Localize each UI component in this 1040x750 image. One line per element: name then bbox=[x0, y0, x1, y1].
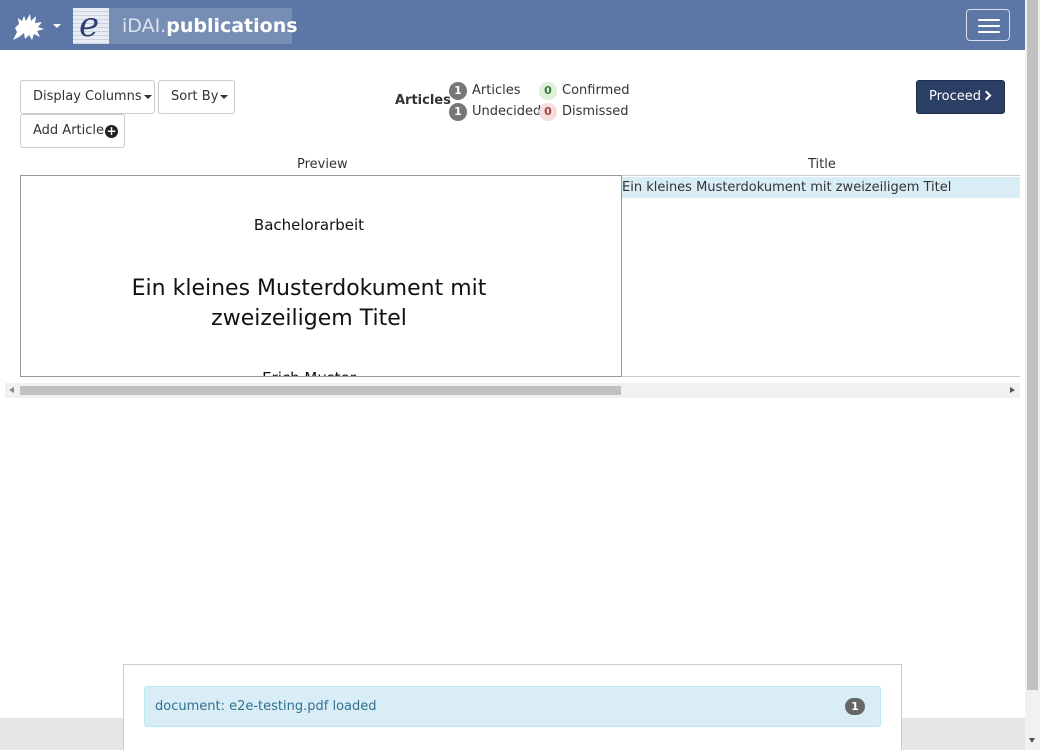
preview-title: Ein kleines Musterdokument mit zweizeili… bbox=[131, 276, 487, 331]
brand-home-link[interactable]: e iDAI.publications bbox=[73, 5, 298, 45]
proceed-button[interactable]: Proceed bbox=[916, 80, 1005, 114]
stat-articles: 1 Articles bbox=[449, 82, 520, 100]
message-panel: document: e2e-testing.pdf loaded 1 bbox=[123, 664, 902, 750]
stat-undecided: 1 Undecided bbox=[449, 103, 541, 121]
stat-confirmed: 0 Confirmed bbox=[539, 82, 630, 100]
count-badge: 1 bbox=[449, 103, 467, 121]
message-count-badge: 1 bbox=[845, 698, 865, 715]
title-column: Ein kleines Musterdokument mit zweizeili… bbox=[622, 175, 1020, 377]
vertical-scrollbar[interactable] bbox=[1025, 0, 1040, 750]
message-item[interactable]: document: e2e-testing.pdf loaded 1 bbox=[144, 686, 881, 727]
navbar: e iDAI.publications bbox=[0, 0, 1025, 50]
e-logo-icon: e bbox=[73, 5, 109, 45]
count-badge: 0 bbox=[539, 103, 557, 121]
hamburger-icon bbox=[978, 19, 1000, 21]
preview-author: Erich Muster bbox=[21, 369, 609, 376]
brand-title: iDAI.publications bbox=[122, 15, 298, 37]
scrollbar-thumb[interactable] bbox=[1027, 0, 1038, 690]
chevron-down-icon bbox=[220, 94, 229, 99]
scroll-left-icon[interactable] bbox=[9, 387, 14, 393]
brand-dropdown-caret-icon[interactable] bbox=[53, 24, 61, 28]
preview-thesis-type: Bachelorarbeit bbox=[253, 216, 365, 234]
scroll-right-icon[interactable] bbox=[1010, 387, 1015, 393]
column-header-title[interactable]: Title bbox=[808, 157, 836, 172]
count-badge: 1 bbox=[449, 82, 467, 100]
column-header-preview[interactable]: Preview bbox=[297, 157, 348, 172]
navbar-toggle-button[interactable] bbox=[966, 9, 1010, 41]
chevron-right-icon bbox=[981, 90, 992, 101]
scrollbar-thumb[interactable] bbox=[20, 386, 621, 395]
scroll-down-icon[interactable] bbox=[1029, 738, 1035, 743]
add-article-button[interactable]: Add Article + bbox=[20, 114, 125, 148]
display-columns-button[interactable]: Display Columns bbox=[20, 80, 155, 114]
stats-title: Articles bbox=[395, 93, 451, 108]
horizontal-scrollbar[interactable] bbox=[5, 383, 1020, 398]
plus-circle-icon: + bbox=[105, 124, 119, 138]
sort-by-button[interactable]: Sort By bbox=[158, 80, 235, 114]
table-row[interactable]: Ein kleines Musterdokument mit zweizeili… bbox=[622, 177, 1020, 198]
griffin-logo-icon[interactable] bbox=[10, 10, 48, 42]
stat-dismissed: 0 Dismissed bbox=[539, 103, 628, 121]
count-badge: 0 bbox=[539, 82, 557, 100]
pdf-preview[interactable]: Bachelorarbeit Ein kleines Musterdokumen… bbox=[20, 175, 622, 377]
chevron-down-icon bbox=[143, 94, 152, 99]
